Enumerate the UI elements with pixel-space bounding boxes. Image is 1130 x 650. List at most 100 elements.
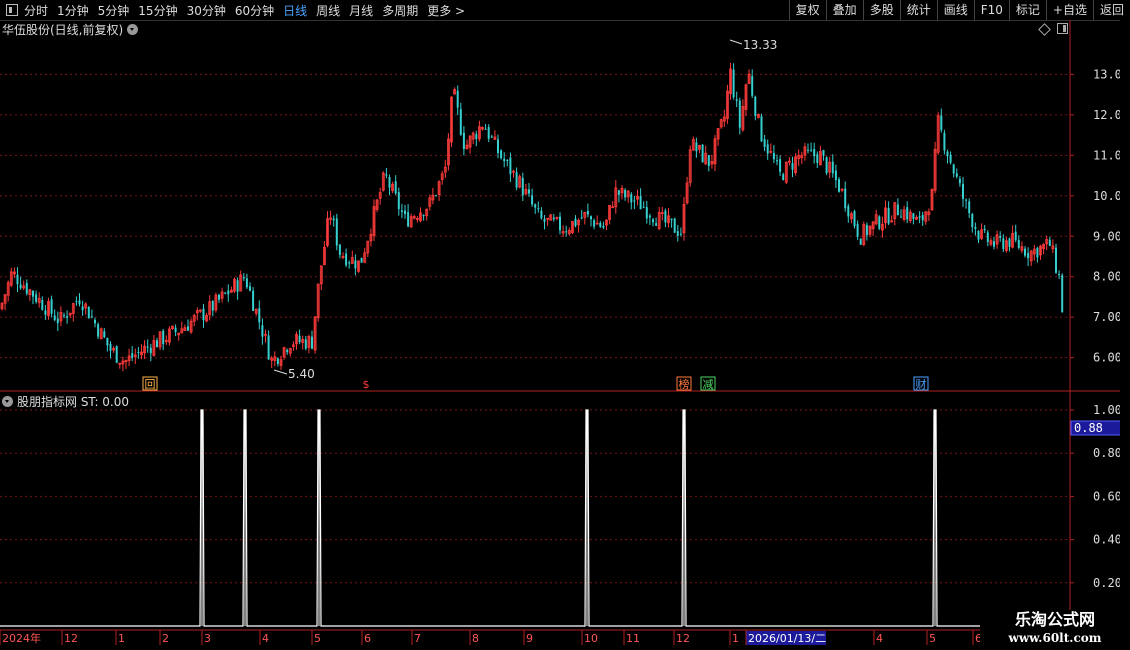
candle-body [174,327,177,332]
chevron-down-icon[interactable] [2,396,13,407]
candle-body [965,199,968,201]
candle-body [19,284,22,289]
candle-body [766,144,769,154]
candle-body [968,201,971,214]
candle-body [435,195,437,197]
candle-body [156,340,158,348]
candle-body [540,210,543,219]
event-marker[interactable]: 榜 [679,377,690,391]
candle-body [32,290,34,297]
candle-body [701,144,704,163]
high-pointer [729,39,743,45]
candle-body [565,231,568,233]
candle-body [249,286,251,291]
candle-body [242,277,245,279]
candle-body [41,299,44,310]
candle-body [977,231,980,240]
candle-body [624,190,627,198]
candle-body [559,216,561,231]
candle-body [261,325,264,337]
candle-body [385,174,388,176]
candle-body [456,90,459,108]
candle-body [652,219,654,223]
candle-body [267,335,270,360]
candle-body [993,241,995,247]
indicator-y-tick-label: 0.80 [1093,446,1122,460]
candle-body [16,274,19,285]
chart-canvas[interactable]: 6.007.008.009.0010.0011.0012.0013.0013.3… [0,0,1130,650]
y-tick-label: 6.00 [1093,351,1122,365]
candle-body [531,195,534,205]
candle-body [813,149,816,157]
candle-body [202,308,205,321]
indicator-y-tick-label: 0.20 [1093,576,1122,590]
candle-body [146,346,149,348]
candle-body [952,164,955,174]
candle-body [732,69,735,98]
candle-body [695,142,698,152]
candle-body [131,353,134,358]
candle-body [847,206,850,217]
candle-body [497,139,499,153]
candle-body [602,225,605,228]
candle-body [97,324,100,337]
candle-body [986,232,989,242]
event-marker[interactable]: 回 [145,378,156,391]
candle-body [348,262,351,264]
y-tick-label: 8.00 [1093,270,1122,284]
candle-body [354,260,357,269]
event-marker[interactable]: 减 [703,378,714,391]
candle-body [856,223,859,237]
candle-body [500,150,503,159]
candle-body [487,127,490,139]
candle-body [304,339,307,349]
candle-body [844,188,847,209]
candle-body [475,134,478,139]
indicator-y-tick-label: 0.60 [1093,489,1122,503]
date-label: 11 [626,632,640,645]
candle-body [887,207,890,224]
candle-body [56,318,59,324]
date-label: 1 [732,632,739,645]
candle-body [772,153,775,160]
candle-body [834,170,837,181]
candle-body [521,177,524,196]
candle-body [360,257,363,263]
date-label: 9 [526,632,533,645]
date-label: 5 [314,632,321,645]
candle-body [735,99,738,101]
candle-body [921,214,924,221]
candle-body [630,194,633,203]
date-label: 5 [929,632,936,645]
date-label: 4 [262,632,269,645]
candle-body [617,190,620,195]
candle-body [162,330,165,345]
candle-body [345,253,348,266]
watermark-name: 乐淘公式网 [1014,610,1095,629]
candle-body [537,208,540,210]
candle-body [645,207,648,219]
candle-body [1048,239,1051,246]
watermark-url: www.60lt.com [1008,631,1102,645]
candle-body [484,128,487,130]
candle-body [515,172,518,188]
candle-body [78,300,81,305]
low-label: 5.40 [288,367,315,381]
indicator-title-row[interactable]: 股朋指标网 ST: 0.00 [2,393,129,410]
candle-body [1036,247,1039,258]
candle-body [822,150,825,156]
event-marker[interactable]: 财 [916,377,927,391]
candle-body [648,215,651,218]
candle-body [245,278,248,288]
candle-body [35,294,38,302]
candle-body [707,155,710,166]
event-marker[interactable]: $ [363,378,370,391]
candle-body [94,319,96,324]
candle-body [224,292,227,294]
candle-body [983,228,986,231]
candle-body [404,210,406,214]
candle-body [543,218,546,222]
candle-body [87,306,90,319]
candle-body [574,218,577,226]
candle-body [252,290,255,311]
